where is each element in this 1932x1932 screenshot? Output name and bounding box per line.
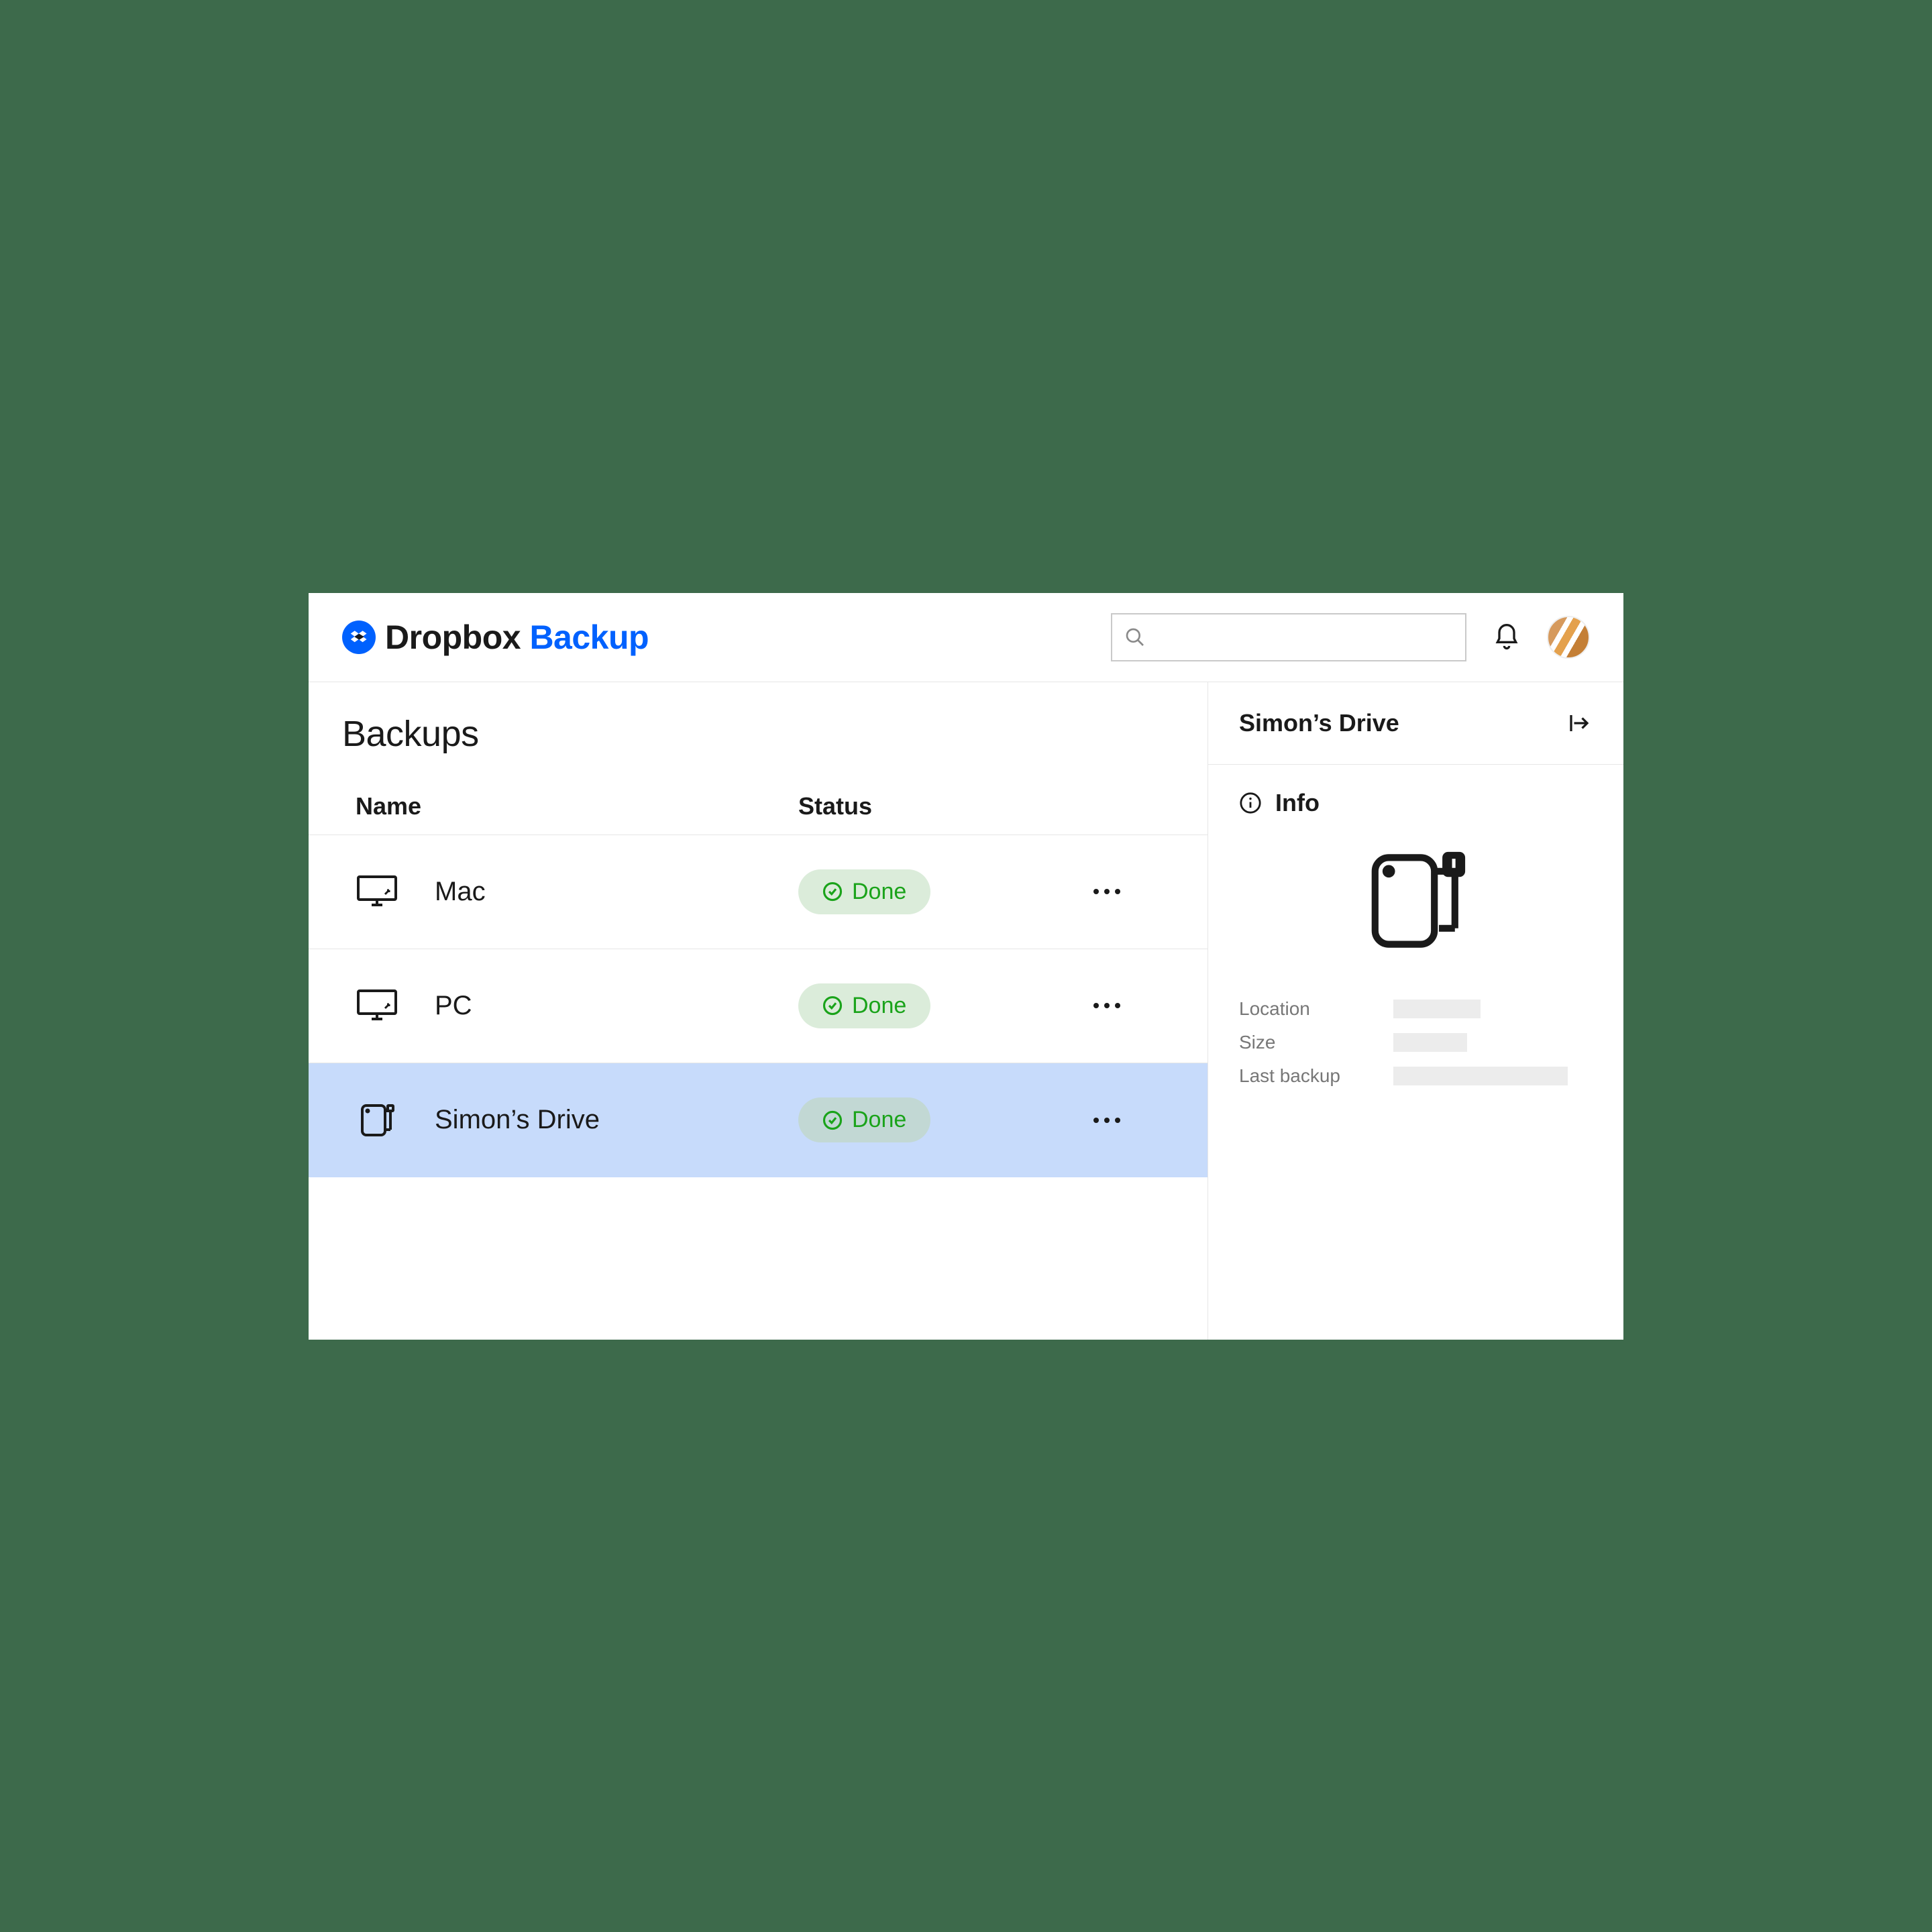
backups-table: Name Status Mac <box>309 779 1208 1177</box>
brand[interactable]: Dropbox Backup <box>342 618 649 657</box>
info-row: Last backup <box>1239 1065 1593 1087</box>
info-label: Size <box>1239 1032 1393 1053</box>
main-panel: Backups Name Status <box>309 682 1208 1340</box>
row-name: Mac <box>435 877 486 907</box>
info-section-header: Info <box>1208 765 1623 824</box>
info-label: Last backup <box>1239 1065 1393 1087</box>
drive-large-icon <box>1208 824 1623 991</box>
app-header: Dropbox Backup <box>309 593 1623 682</box>
monitor-icon <box>356 873 398 910</box>
check-circle-icon <box>822 881 843 902</box>
brand-text: Dropbox Backup <box>385 618 649 657</box>
row-more-button[interactable] <box>1053 1118 1161 1123</box>
row-name: PC <box>435 991 472 1021</box>
info-value-placeholder <box>1393 1033 1467 1052</box>
search-box[interactable] <box>1111 613 1466 661</box>
details-panel: Simon’s Drive Info <box>1208 682 1623 1340</box>
row-name: Simon’s Drive <box>435 1105 600 1135</box>
notifications-button[interactable] <box>1487 617 1527 657</box>
search-icon <box>1124 627 1146 648</box>
info-label: Location <box>1239 998 1393 1020</box>
info-row: Location <box>1239 998 1593 1020</box>
info-value-placeholder <box>1393 1067 1568 1085</box>
table-row[interactable]: Simon’s Drive Done <box>309 1063 1208 1177</box>
status-badge: Done <box>798 869 930 914</box>
table-row[interactable]: Mac Done <box>309 835 1208 949</box>
monitor-icon <box>356 987 398 1024</box>
drive-icon <box>356 1102 398 1138</box>
table-header: Name Status <box>309 779 1208 835</box>
avatar[interactable] <box>1547 616 1590 659</box>
search-input[interactable] <box>1155 625 1453 649</box>
col-name: Name <box>356 792 798 820</box>
app-window: Dropbox Backup Backups Name Status <box>309 593 1623 1340</box>
check-circle-icon <box>822 1110 843 1130</box>
row-more-button[interactable] <box>1053 889 1161 894</box>
dropbox-logo-icon <box>342 621 376 654</box>
row-more-button[interactable] <box>1053 1003 1161 1008</box>
info-icon <box>1239 792 1262 814</box>
collapse-right-icon <box>1567 711 1591 735</box>
check-circle-icon <box>822 996 843 1016</box>
table-row[interactable]: PC Done <box>309 949 1208 1063</box>
info-value-placeholder <box>1393 1000 1481 1018</box>
details-title: Simon’s Drive <box>1239 709 1399 737</box>
col-status: Status <box>798 792 1053 820</box>
status-badge: Done <box>798 983 930 1028</box>
status-badge: Done <box>798 1097 930 1142</box>
info-row: Size <box>1239 1032 1593 1053</box>
page-title: Backups <box>309 713 1208 779</box>
collapse-panel-button[interactable] <box>1566 710 1593 737</box>
bell-icon <box>1492 623 1521 652</box>
